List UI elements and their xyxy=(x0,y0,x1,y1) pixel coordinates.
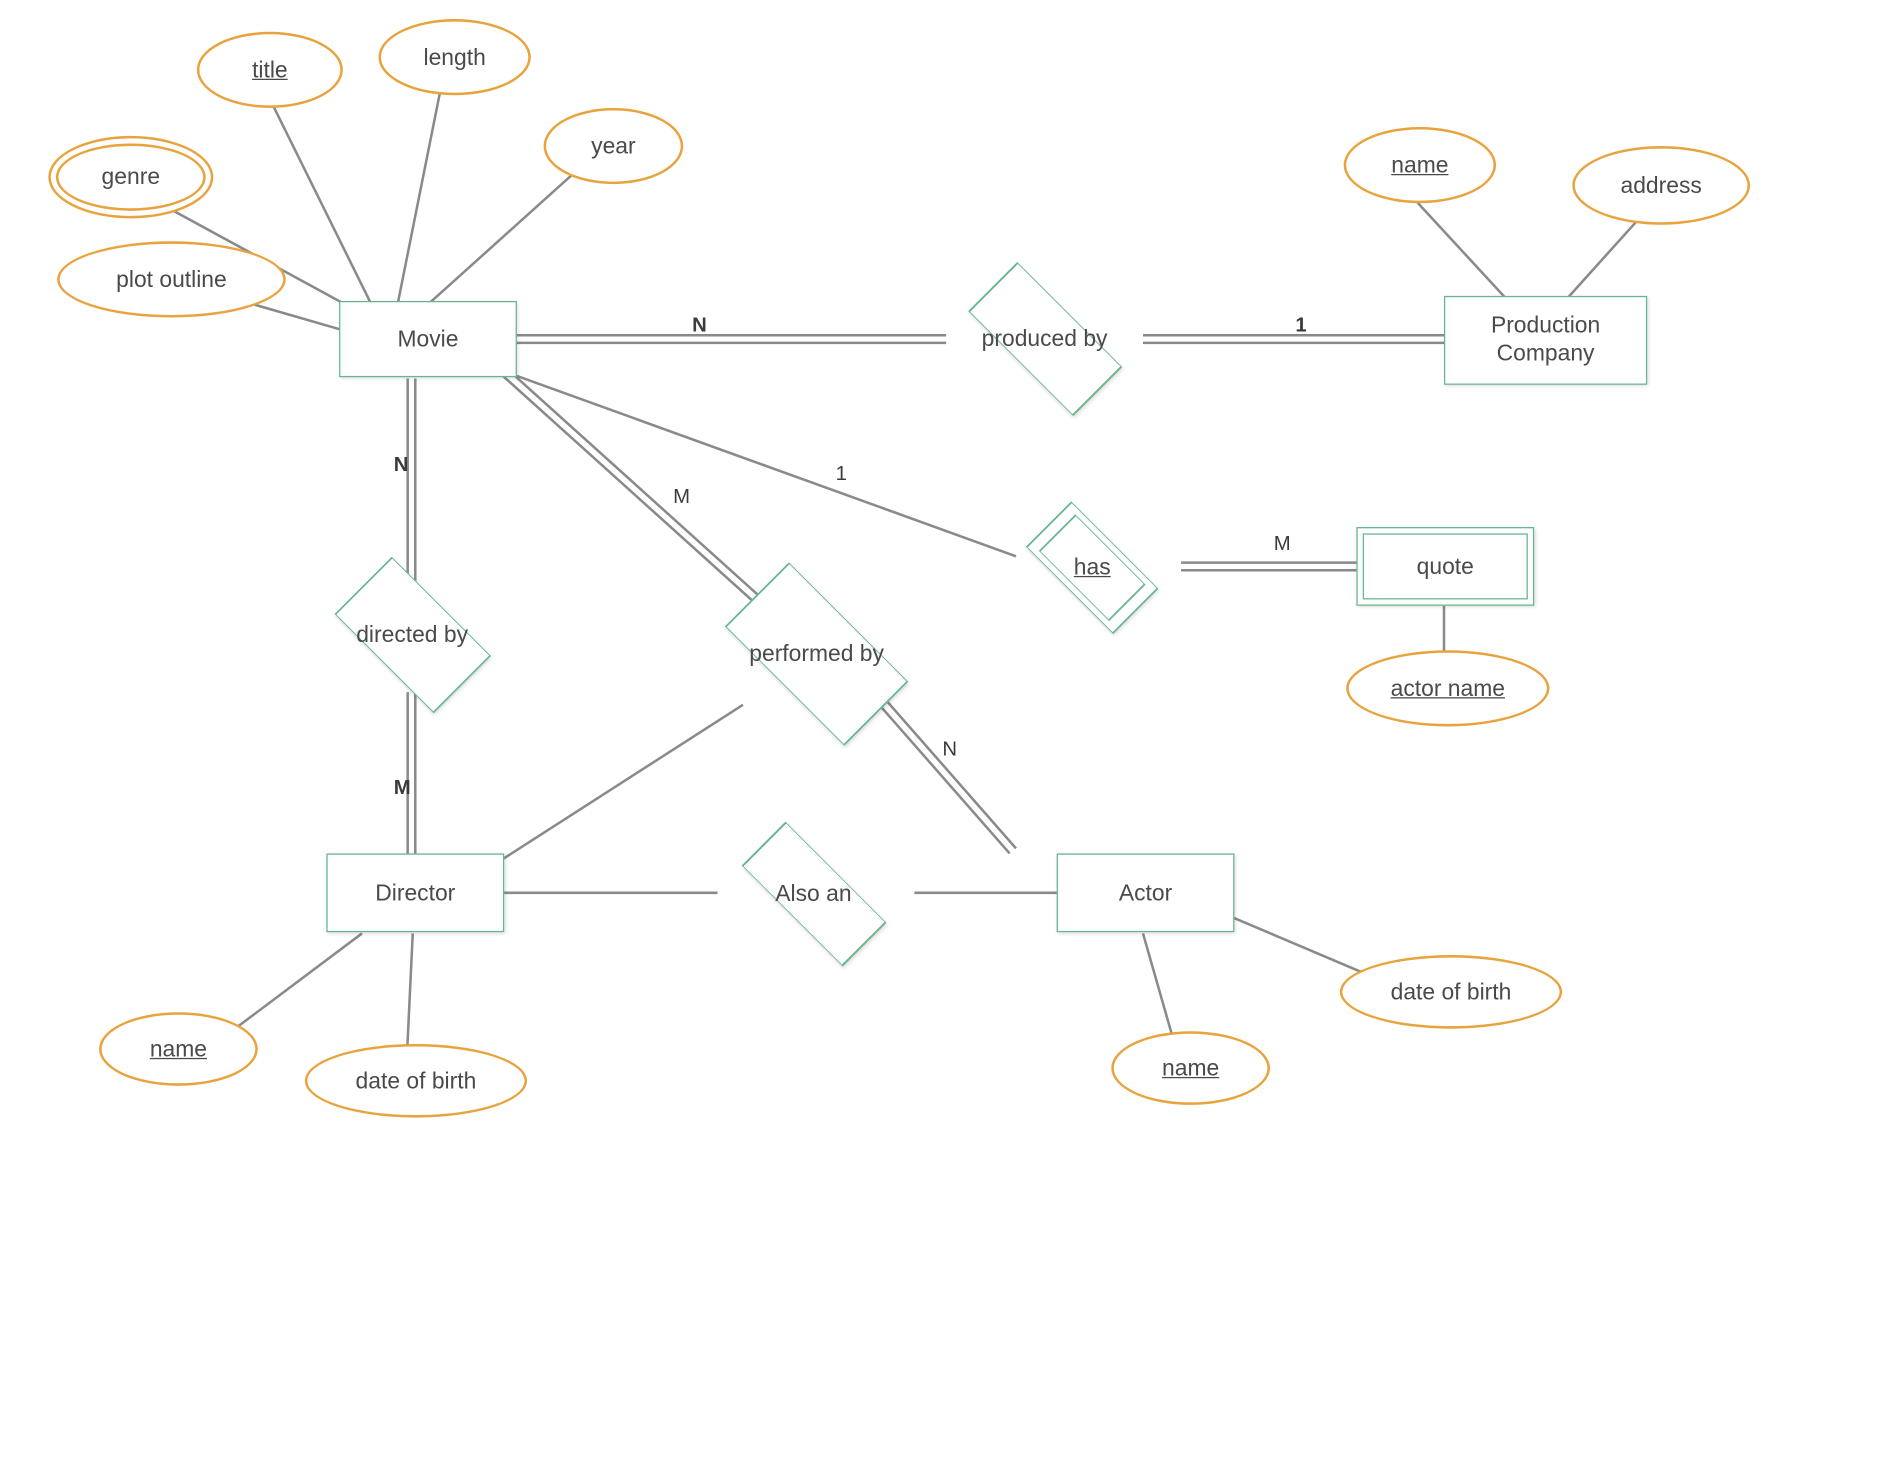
attr-plot-outline: plot outline xyxy=(57,241,286,317)
rel-has-identifying: has xyxy=(1003,518,1181,617)
rel-label: performed by xyxy=(749,641,884,666)
entity-label: Movie xyxy=(397,326,458,353)
card-movie-has: 1 xyxy=(836,464,847,487)
attr-label: name xyxy=(1162,1055,1219,1082)
attr-label: plot outline xyxy=(116,266,227,293)
attr-actor-name: name xyxy=(1111,1031,1270,1105)
card-movie-directed: N xyxy=(394,455,409,478)
attr-label: date of birth xyxy=(1391,979,1512,1006)
attr-label: name xyxy=(1391,152,1448,179)
attr-pc-name: name xyxy=(1344,127,1496,203)
rel-also-an: Also an xyxy=(709,847,919,941)
attr-label: title xyxy=(252,57,288,84)
rel-label: directed by xyxy=(356,622,468,647)
attr-label: name xyxy=(150,1036,207,1063)
attr-title: title xyxy=(197,32,343,108)
attr-pc-address: address xyxy=(1572,146,1750,225)
entity-label: Production Company xyxy=(1491,313,1600,368)
entity-director: Director xyxy=(326,853,504,932)
entity-production-company: Production Company xyxy=(1444,296,1647,385)
attr-actor-dob: date of birth xyxy=(1340,955,1562,1029)
attr-label: genre xyxy=(102,164,160,191)
card-movie-produced: N xyxy=(692,315,707,338)
card-movie-performed: M xyxy=(673,486,690,509)
card-quote-has: M xyxy=(1274,533,1291,556)
rel-performed-by: performed by xyxy=(696,591,937,718)
attr-label: date of birth xyxy=(356,1067,477,1094)
entity-actor: Actor xyxy=(1057,853,1235,932)
rel-produced-by: produced by xyxy=(946,290,1143,389)
attr-label: year xyxy=(591,133,635,160)
attr-year: year xyxy=(544,108,684,184)
entity-quote-weak: quote xyxy=(1356,527,1534,606)
entity-label: Director xyxy=(375,879,455,906)
er-diagram-canvas: genre title length year plot outline Mov… xyxy=(0,0,1880,1461)
rel-label: Also an xyxy=(775,881,851,906)
rel-directed-by: directed by xyxy=(314,578,511,692)
card-actor-performed: N xyxy=(942,739,957,762)
attr-director-name: name xyxy=(99,1012,258,1086)
attr-director-dob: date of birth xyxy=(305,1044,527,1118)
entity-label: Actor xyxy=(1119,879,1172,906)
rel-label: has xyxy=(1074,554,1111,579)
attr-genre-multivalued: genre xyxy=(48,136,213,219)
entity-label: quote xyxy=(1417,553,1474,580)
attr-length: length xyxy=(378,19,530,95)
attr-label: address xyxy=(1620,172,1701,199)
rel-label: produced by xyxy=(982,326,1108,351)
attr-label: actor name xyxy=(1391,675,1505,702)
attr-quote-actor-name: actor name xyxy=(1346,650,1549,726)
entity-movie: Movie xyxy=(339,301,517,377)
attr-label: length xyxy=(424,44,486,71)
card-pc-produced: 1 xyxy=(1295,315,1306,338)
card-director-directed: M xyxy=(394,777,411,800)
